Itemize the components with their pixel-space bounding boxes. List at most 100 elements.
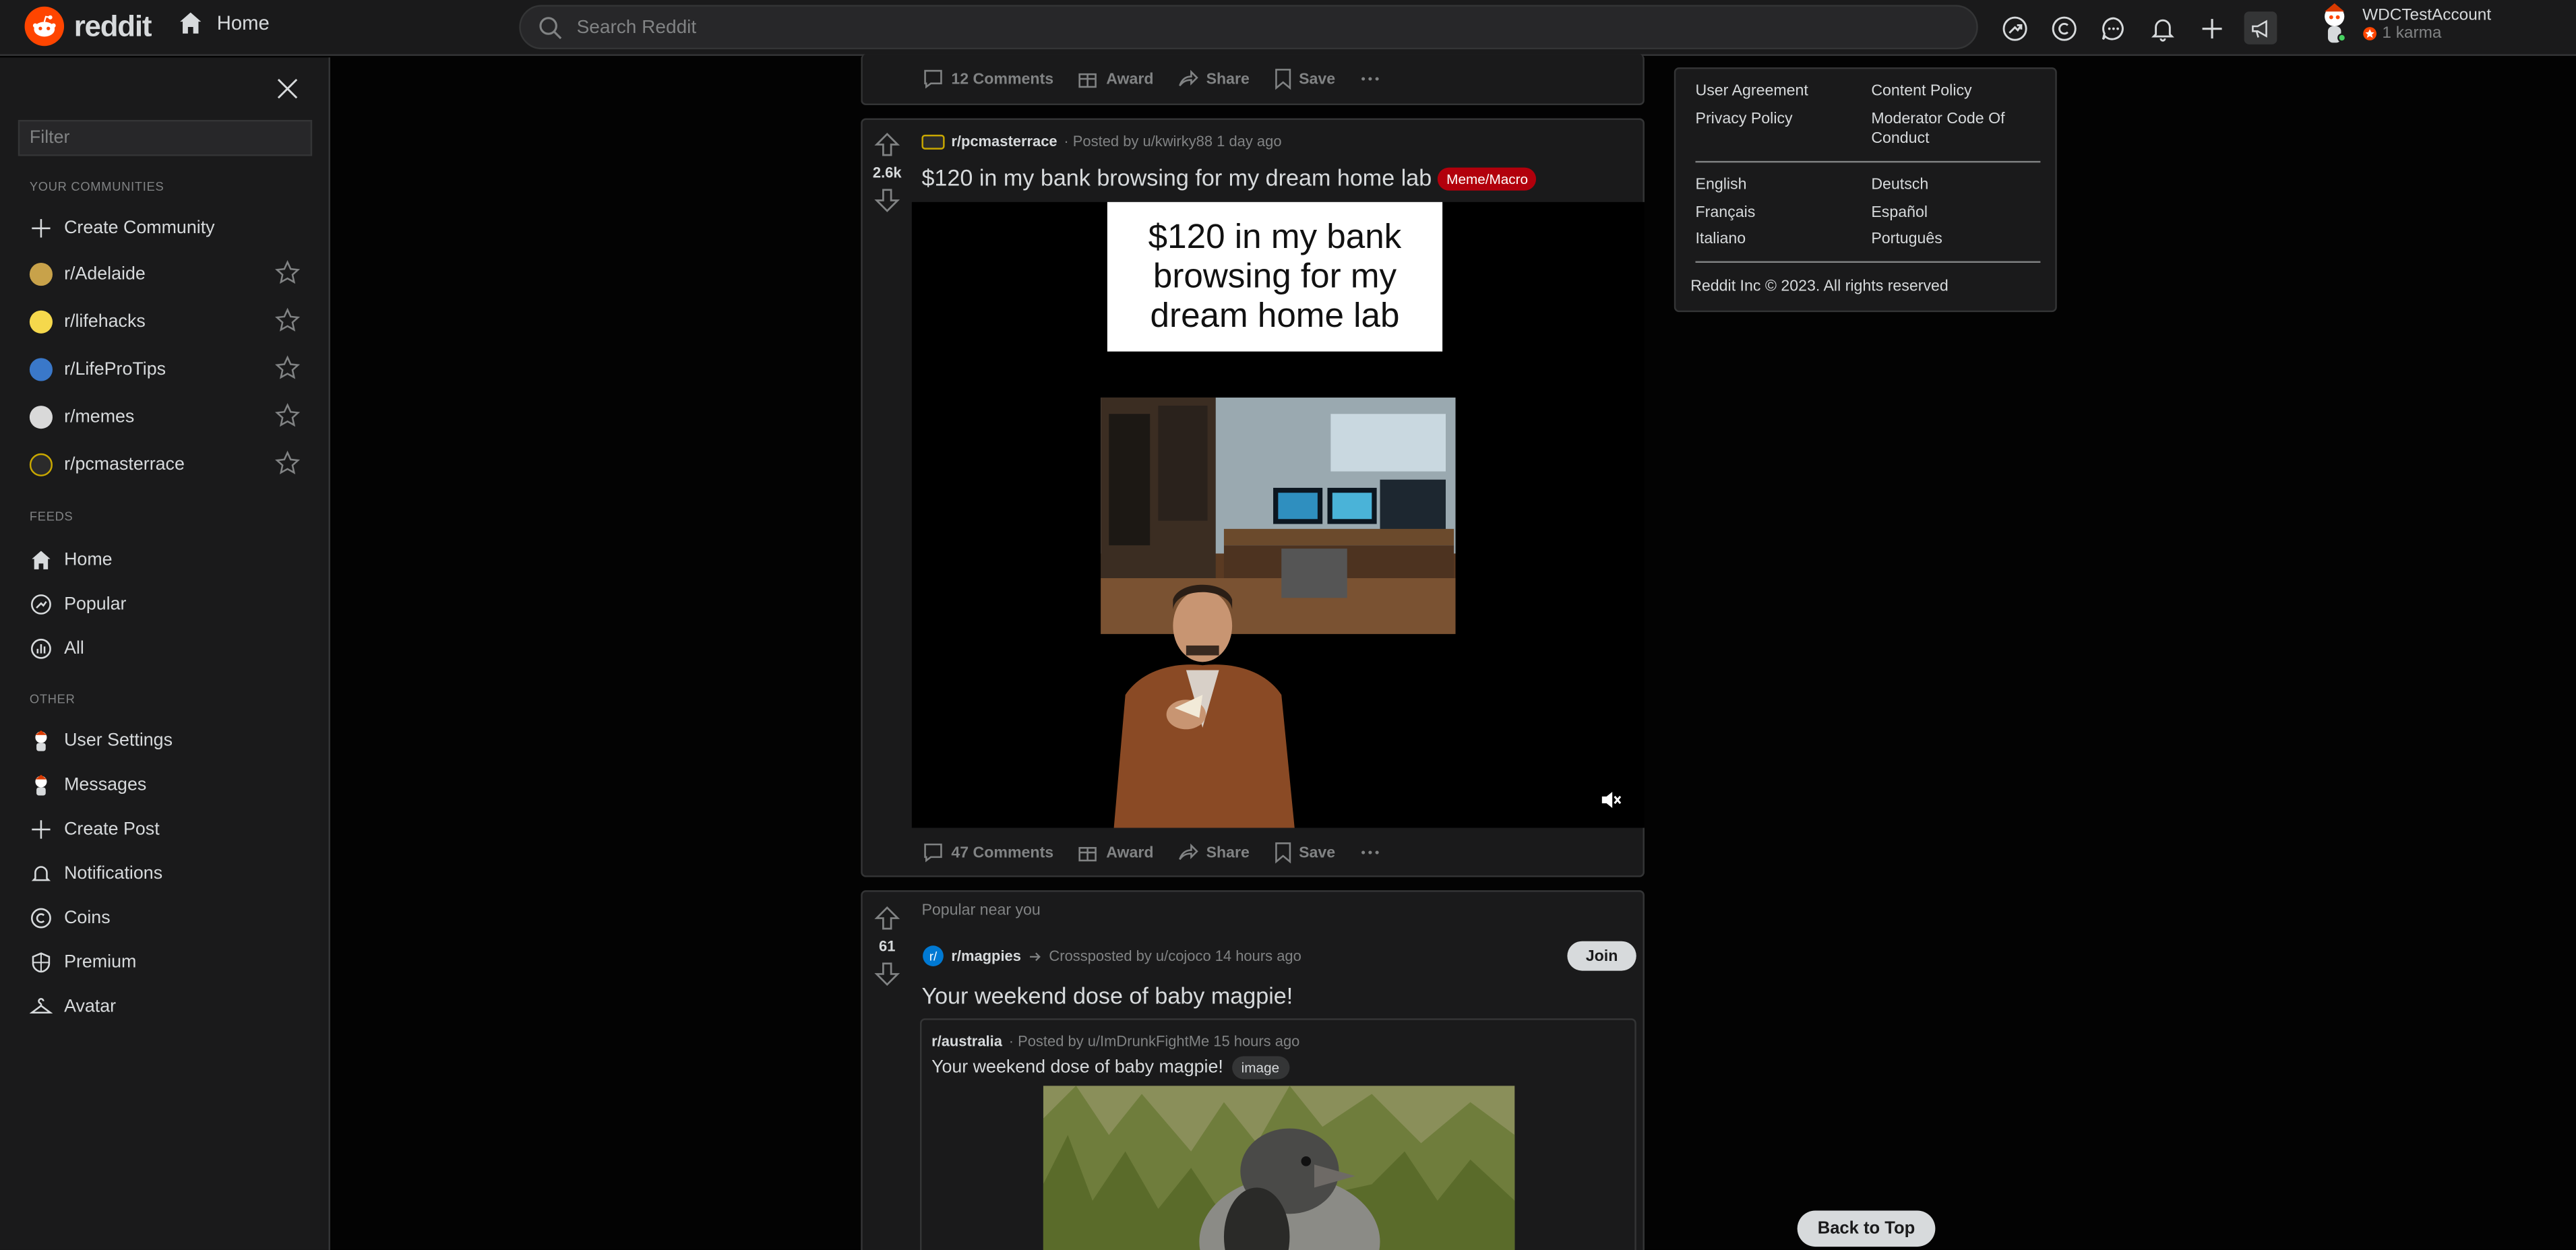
avatar — [2325, 3, 2347, 43]
home-dropdown[interactable]: Home — [177, 10, 270, 36]
post-title[interactable]: Your weekend dose of baby magpie! — [921, 982, 1293, 1009]
lang-english[interactable]: English — [1696, 176, 1747, 194]
sidebar-item-avatar[interactable]: Avatar — [29, 994, 116, 1020]
crosspost-info[interactable]: Crossposted by u/cojoco 14 hours ago — [1049, 947, 1301, 964]
star-icon[interactable] — [274, 259, 301, 286]
more-options-button[interactable] — [1358, 67, 1381, 90]
sidebar-item-user-settings[interactable]: User Settings — [30, 728, 173, 754]
vote-count: 61 — [879, 937, 896, 955]
sidebar-item-notifications[interactable]: Notifications — [30, 861, 162, 887]
sidebar-item-create-post[interactable]: Create Post — [30, 816, 160, 842]
post-actions: 12 Comments Award Share Save — [921, 67, 1381, 90]
inner-subreddit-link[interactable]: r/australia — [931, 1033, 1002, 1049]
lang-german[interactable]: Deutsch — [1871, 176, 1928, 194]
feeds-title: FEEDS — [29, 509, 73, 524]
post-media[interactable]: $120 in my bank browsing for my dream ho… — [911, 201, 1645, 828]
award-button[interactable]: Award — [1076, 67, 1154, 90]
save-button[interactable]: Save — [1272, 67, 1335, 90]
create-community-button[interactable]: Create Community — [30, 215, 215, 241]
award-label: Award — [1106, 843, 1154, 862]
post-meta: r/pcmasterrace · Posted by u/kwirky88 1 … — [921, 133, 1282, 150]
logo-wordmark: reddit — [73, 9, 152, 42]
left-sidebar: YOUR COMMUNITIES Create Community r/Adel… — [0, 57, 330, 1250]
award-button[interactable]: Award — [1076, 841, 1154, 864]
lang-spanish[interactable]: Español — [1871, 204, 1928, 222]
sidebar-item-lifehacks[interactable]: r/lifehacks — [29, 309, 146, 335]
sidebar-item-label: Create Post — [64, 819, 160, 840]
comments-button[interactable]: 12 Comments — [921, 67, 1053, 90]
divider — [1695, 261, 2041, 263]
popular-icon[interactable] — [1998, 11, 2031, 44]
inner-post-title[interactable]: Your weekend dose of baby magpie! — [931, 1058, 1223, 1077]
inner-flair[interactable]: image — [1231, 1056, 1289, 1080]
more-options-button[interactable] — [1358, 841, 1381, 864]
sidebar-item-popular[interactable]: Popular — [30, 592, 127, 618]
award-icon — [1079, 73, 1097, 88]
chat-icon[interactable] — [2096, 11, 2129, 44]
user-menu[interactable]: WDCTestAccount 1 karma — [2317, 1, 2576, 47]
plus-icon[interactable] — [2195, 11, 2228, 44]
magpie-image — [1043, 1086, 1515, 1250]
lang-portuguese[interactable]: Português — [1871, 230, 1942, 248]
award-icon — [1079, 846, 1097, 862]
downvote-icon[interactable] — [874, 961, 900, 987]
divider — [1695, 160, 2041, 163]
premium-icon — [30, 951, 53, 974]
filter-input[interactable] — [18, 119, 313, 156]
all-icon — [30, 637, 53, 660]
back-to-top-button[interactable]: Back to Top — [1797, 1210, 1936, 1247]
save-label: Save — [1299, 69, 1336, 88]
post-title[interactable]: $120 in my bank browsing for my dream ho… — [921, 164, 1432, 191]
community-label: r/Adelaide — [64, 264, 146, 284]
close-icon[interactable] — [274, 75, 301, 102]
community-avatar — [29, 406, 53, 429]
coins-icon[interactable] — [2047, 11, 2080, 44]
downvote-icon[interactable] — [874, 187, 900, 214]
mute-icon[interactable] — [1599, 788, 1622, 811]
home-icon — [30, 549, 53, 571]
sidebar-item-memes[interactable]: r/memes — [29, 404, 134, 431]
community-label: r/lifehacks — [64, 312, 146, 332]
inner-posted-by[interactable]: · Posted by u/ImDrunkFightMe 15 hours ag… — [1009, 1033, 1300, 1049]
lang-french[interactable]: Français — [1696, 204, 1756, 222]
crosspost-card[interactable]: r/australia · Posted by u/ImDrunkFightMe… — [920, 1018, 1636, 1250]
search-bar[interactable] — [519, 5, 1978, 50]
star-icon[interactable] — [274, 450, 301, 476]
lang-italian[interactable]: Italiano — [1696, 230, 1746, 248]
posted-by[interactable]: · Posted by u/kwirky88 1 day ago — [1064, 133, 1281, 149]
star-icon[interactable] — [274, 402, 301, 429]
sidebar-item-premium[interactable]: Premium — [30, 949, 136, 976]
upvote-icon[interactable] — [874, 905, 900, 931]
inner-post-meta: r/australia · Posted by u/ImDrunkFightMe… — [931, 1033, 1299, 1049]
sidebar-item-messages[interactable]: Messages — [30, 772, 146, 799]
link-user-agreement[interactable]: User Agreement — [1696, 82, 1808, 100]
sidebar-item-adelaide[interactable]: r/Adelaide — [29, 261, 146, 288]
bell-icon[interactable] — [2145, 11, 2178, 44]
sidebar-item-label: Premium — [64, 952, 137, 972]
search-input[interactable] — [576, 17, 1891, 37]
link-content-policy[interactable]: Content Policy — [1871, 82, 1971, 100]
share-button[interactable]: Share — [1177, 841, 1250, 864]
sidebar-item-pcmasterrace[interactable]: r/pcmasterrace — [29, 451, 185, 478]
more-icon — [1361, 850, 1379, 854]
reddit-logo[interactable]: reddit — [24, 6, 152, 46]
subreddit-link[interactable]: r/pcmasterrace — [951, 133, 1057, 149]
share-button[interactable]: Share — [1177, 67, 1250, 90]
star-icon[interactable] — [274, 355, 301, 381]
star-icon[interactable] — [274, 307, 301, 334]
join-button[interactable]: Join — [1567, 941, 1636, 971]
sidebar-item-coins[interactable]: Coins — [30, 905, 111, 931]
post-flair[interactable]: Meme/Macro — [1438, 167, 1537, 191]
link-moderator-code[interactable]: Moderator Code Of Conduct — [1871, 110, 2035, 150]
avatar-icon — [30, 729, 53, 752]
sidebar-item-label: Popular — [64, 594, 127, 615]
link-privacy-policy[interactable]: Privacy Policy — [1696, 110, 1793, 128]
advertise-icon[interactable] — [2244, 11, 2277, 44]
sidebar-item-home[interactable]: Home — [30, 547, 113, 573]
upvote-icon[interactable] — [874, 131, 900, 158]
comments-button[interactable]: 47 Comments — [921, 841, 1053, 864]
sidebar-item-lifeprotips[interactable]: r/LifeProTips — [29, 356, 166, 383]
subreddit-link[interactable]: r/magpies — [951, 947, 1021, 964]
save-button[interactable]: Save — [1272, 841, 1335, 864]
sidebar-item-all[interactable]: All — [30, 635, 84, 662]
